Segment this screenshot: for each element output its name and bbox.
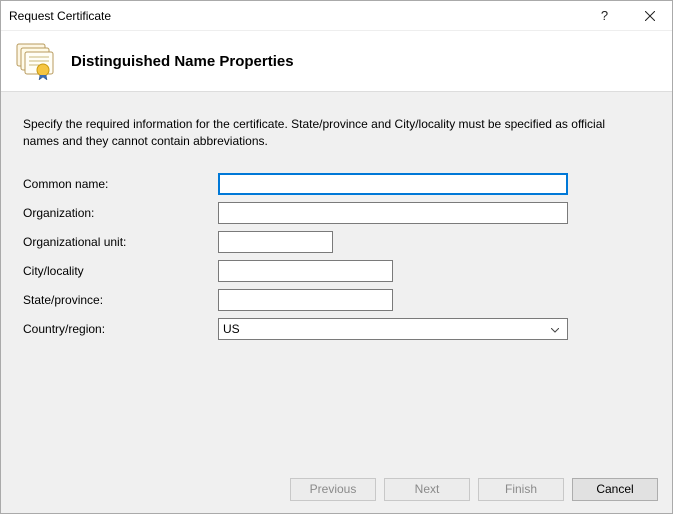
label-city-locality: City/locality xyxy=(23,264,218,278)
label-organizational-unit: Organizational unit: xyxy=(23,235,218,249)
close-button[interactable] xyxy=(627,1,672,31)
label-country-region: Country/region: xyxy=(23,322,218,336)
label-common-name: Common name: xyxy=(23,177,218,191)
titlebar: Request Certificate ? xyxy=(1,1,672,31)
previous-button[interactable]: Previous xyxy=(290,478,376,501)
certificate-stack-icon xyxy=(13,40,57,83)
input-organization[interactable] xyxy=(218,202,568,224)
wizard-window: Request Certificate ? xyxy=(0,0,673,514)
cancel-button[interactable]: Cancel xyxy=(572,478,658,501)
wizard-footer: Previous Next Finish Cancel xyxy=(1,465,672,513)
window-title: Request Certificate xyxy=(9,9,582,23)
select-country-value: US xyxy=(223,322,547,336)
finish-button[interactable]: Finish xyxy=(478,478,564,501)
next-button[interactable]: Next xyxy=(384,478,470,501)
input-city-locality[interactable] xyxy=(218,260,393,282)
row-common-name: Common name: xyxy=(23,172,650,196)
label-state-province: State/province: xyxy=(23,293,218,307)
select-country-region[interactable]: US xyxy=(218,318,568,340)
input-common-name[interactable] xyxy=(218,173,568,195)
label-organization: Organization: xyxy=(23,206,218,220)
input-state-province[interactable] xyxy=(218,289,393,311)
row-country-region: Country/region: US xyxy=(23,317,650,341)
help-button[interactable]: ? xyxy=(582,1,627,31)
input-organizational-unit[interactable] xyxy=(218,231,333,253)
row-organization: Organization: xyxy=(23,201,650,225)
wizard-body: Specify the required information for the… xyxy=(1,91,672,513)
wizard-heading: Distinguished Name Properties xyxy=(71,53,294,70)
row-city-locality: City/locality xyxy=(23,259,650,283)
close-icon xyxy=(645,11,655,21)
row-state-province: State/province: xyxy=(23,288,650,312)
wizard-header: Distinguished Name Properties xyxy=(1,31,672,91)
content-area: Specify the required information for the… xyxy=(1,92,672,465)
chevron-down-icon xyxy=(547,322,563,336)
row-organizational-unit: Organizational unit: xyxy=(23,230,650,254)
help-icon: ? xyxy=(601,8,608,23)
instructions-text: Specify the required information for the… xyxy=(23,116,623,150)
